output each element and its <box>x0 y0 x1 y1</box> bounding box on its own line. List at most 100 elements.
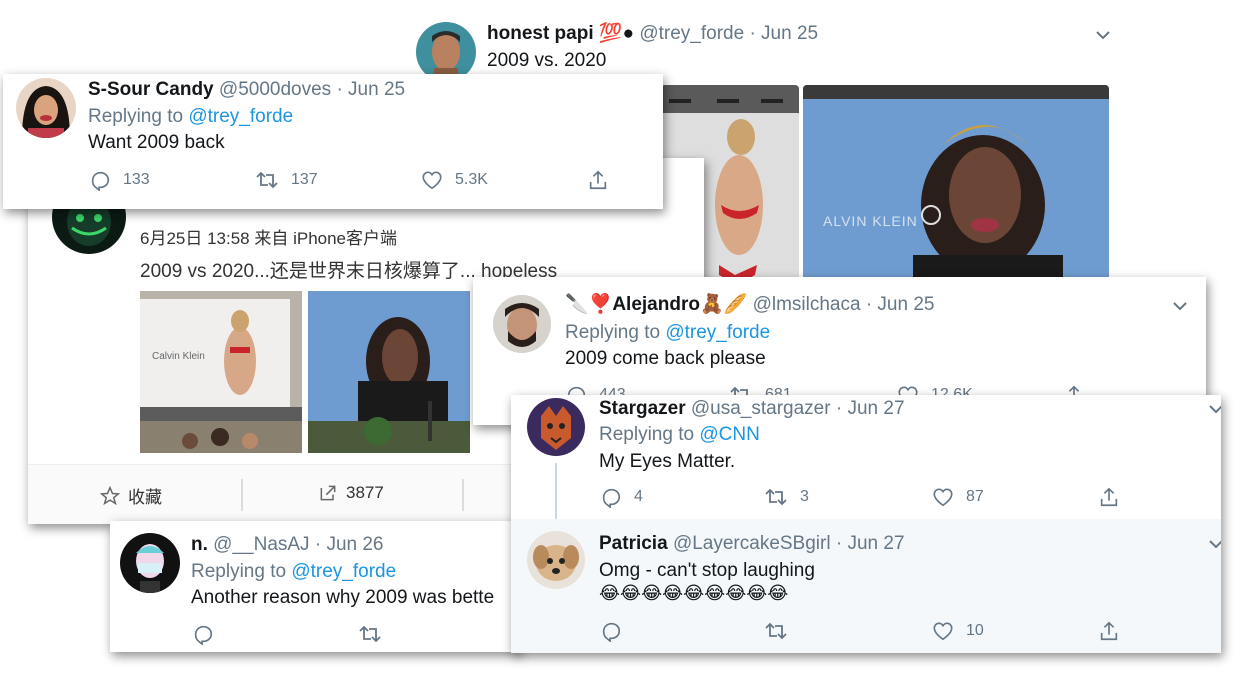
patricia-tweet: Patricia @LayercakeSBgirl · Jun 27 Omg -… <box>511 519 1221 653</box>
nasaj-actions <box>110 622 520 646</box>
alejandro-reply-to-link[interactable]: @trey_forde <box>665 322 770 343</box>
alejandro-chevron-down-icon[interactable] <box>1172 301 1188 313</box>
sour-retweet-button[interactable]: 137 <box>255 168 318 192</box>
sour-reply-count: 133 <box>123 171 150 188</box>
patricia-reply-button[interactable] <box>600 619 622 643</box>
nasaj-avatar[interactable] <box>120 533 180 593</box>
alejandro-replying-label: Replying to <box>565 322 661 343</box>
sour-date[interactable]: · Jun 25 <box>336 79 405 100</box>
weibo-favorite-button[interactable]: 收藏 <box>100 483 162 508</box>
stargazer-replying-line: Replying to @CNN <box>599 424 760 446</box>
sour-replying-line: Replying to @trey_forde <box>88 106 293 128</box>
sour-reply-button[interactable]: 133 <box>89 168 150 192</box>
patricia-header: Patricia @LayercakeSBgirl · Jun 27 <box>599 533 905 555</box>
stargazer-like-count: 87 <box>966 488 984 505</box>
weibo-photo-1[interactable]: Calvin Klein <box>140 291 302 453</box>
stargazer-header: Stargazer @usa_stargazer · Jun 27 <box>599 398 905 420</box>
stargazer-avatar[interactable] <box>527 398 585 456</box>
weibo-favorite-label: 收藏 <box>128 488 162 507</box>
papi-handle[interactable]: @trey_forde <box>639 23 744 44</box>
patricia-chevron-down-icon[interactable] <box>1208 539 1221 551</box>
papi-name[interactable]: honest papi <box>487 23 594 44</box>
sour-like-button[interactable]: 5.3K <box>421 168 488 192</box>
nasaj-handle[interactable]: @__NasAJ <box>213 534 309 555</box>
patricia-share-button[interactable] <box>1098 619 1120 643</box>
sour-avatar[interactable] <box>16 78 76 138</box>
retweet-icon <box>765 489 787 505</box>
sour-name[interactable]: S-Sour Candy <box>88 79 214 100</box>
sour-reply-card: S-Sour Candy @5000doves · Jun 25 Replyin… <box>3 74 663 209</box>
nasaj-date[interactable]: · Jun 26 <box>315 534 384 555</box>
papi-header: honest papi 💯● @trey_forde · Jun 25 <box>487 23 818 45</box>
retweet-icon <box>765 623 787 639</box>
papi-text: 2009 vs. 2020 <box>487 50 607 71</box>
heart-icon <box>933 488 953 507</box>
patricia-like-button[interactable]: 10 <box>932 619 984 643</box>
patricia-name[interactable]: Patricia <box>599 533 668 554</box>
stargazer-replying-label: Replying to <box>599 424 695 445</box>
nasaj-retweet-button[interactable] <box>358 622 382 646</box>
repost-icon <box>320 485 336 501</box>
stargazer-name[interactable]: Stargazer <box>599 398 686 419</box>
share-icon <box>1100 487 1118 507</box>
stargazer-share-button[interactable] <box>1098 485 1120 509</box>
sour-reply-to-link[interactable]: @trey_forde <box>188 106 293 127</box>
stargazer-thread-card: Stargazer @usa_stargazer · Jun 27 Replyi… <box>511 395 1221 653</box>
share-icon <box>589 170 607 190</box>
stargazer-like-button[interactable]: 87 <box>932 485 984 509</box>
sour-retweet-count: 137 <box>291 171 318 188</box>
stargazer-handle[interactable]: @usa_stargazer <box>691 398 831 419</box>
heart-icon <box>422 171 442 190</box>
share-icon <box>1100 621 1118 641</box>
papi-date[interactable]: · Jun 25 <box>749 23 818 44</box>
alejandro-header: 🔪❣️Alejandro🧸🥖 @lmsilchaca · Jun 25 <box>565 294 934 316</box>
patricia-retweet-button[interactable] <box>764 619 788 643</box>
stargazer-reply-button[interactable]: 4 <box>600 485 643 509</box>
alejandro-name-suffix: 🧸🥖 <box>699 294 748 315</box>
star-icon <box>100 485 120 505</box>
nasaj-replying-label: Replying to <box>191 561 287 582</box>
papi-avatar[interactable] <box>416 22 476 82</box>
retweet-icon <box>256 172 278 188</box>
nasaj-header: n. @__NasAJ · Jun 26 <box>191 534 384 556</box>
alejandro-handle[interactable]: @lmsilchaca <box>753 294 861 315</box>
sour-text: Want 2009 back <box>88 132 225 153</box>
stargazer-reply-count: 4 <box>634 488 643 505</box>
patricia-emojis: 😂😂😂😂😂😂😂😂😂 <box>599 583 789 603</box>
nasaj-name[interactable]: n. <box>191 534 208 555</box>
patricia-date[interactable]: · Jun 27 <box>836 533 905 554</box>
weibo-repost-count: 3877 <box>346 483 384 502</box>
weibo-divider-2 <box>462 479 464 511</box>
papi-billboard-text: ALVIN KLEIN <box>823 213 918 229</box>
heart-icon <box>933 622 953 641</box>
sour-like-count: 5.3K <box>455 171 488 188</box>
nasaj-reply-to-link[interactable]: @trey_forde <box>291 561 396 582</box>
sour-actions: 133 137 5.3K <box>3 168 663 192</box>
alejandro-avatar[interactable] <box>493 295 551 353</box>
stargazer-retweet-count: 3 <box>800 488 809 505</box>
patricia-avatar[interactable] <box>527 531 585 589</box>
reply-icon <box>194 625 213 645</box>
stargazer-reply-to-link[interactable]: @CNN <box>699 424 759 445</box>
stargazer-date[interactable]: · Jun 27 <box>836 398 905 419</box>
patricia-text: Omg - can't stop laughing <box>599 560 815 581</box>
alejandro-text: 2009 come back please <box>565 348 766 369</box>
weibo-repost-button[interactable]: 3877 <box>318 483 384 503</box>
weibo-meta: 6月25日 13:58 来自 iPhone客户端 <box>140 229 398 248</box>
nasaj-reply-card: n. @__NasAJ · Jun 26 Replying to @trey_f… <box>110 521 520 652</box>
alejandro-date[interactable]: · Jun 25 <box>866 294 935 315</box>
papi-chevron-down-icon[interactable] <box>1095 30 1111 42</box>
stargazer-chevron-down-icon[interactable] <box>1208 404 1221 416</box>
sour-replying-label: Replying to <box>88 106 184 127</box>
sour-handle[interactable]: @5000doves <box>219 79 331 100</box>
weibo-photo-2[interactable] <box>308 291 470 453</box>
stargazer-retweet-button[interactable]: 3 <box>764 485 809 509</box>
stargazer-actions: 4 3 87 <box>511 485 1221 509</box>
alejandro-name[interactable]: Alejandro <box>612 294 700 315</box>
nasaj-replying-line: Replying to @trey_forde <box>191 561 396 583</box>
sour-header: S-Sour Candy @5000doves · Jun 25 <box>88 79 405 101</box>
alejandro-replying-line: Replying to @trey_forde <box>565 322 770 344</box>
sour-share-button[interactable] <box>587 168 609 192</box>
nasaj-reply-button[interactable] <box>192 622 214 646</box>
patricia-handle[interactable]: @LayercakeSBgirl <box>673 533 831 554</box>
